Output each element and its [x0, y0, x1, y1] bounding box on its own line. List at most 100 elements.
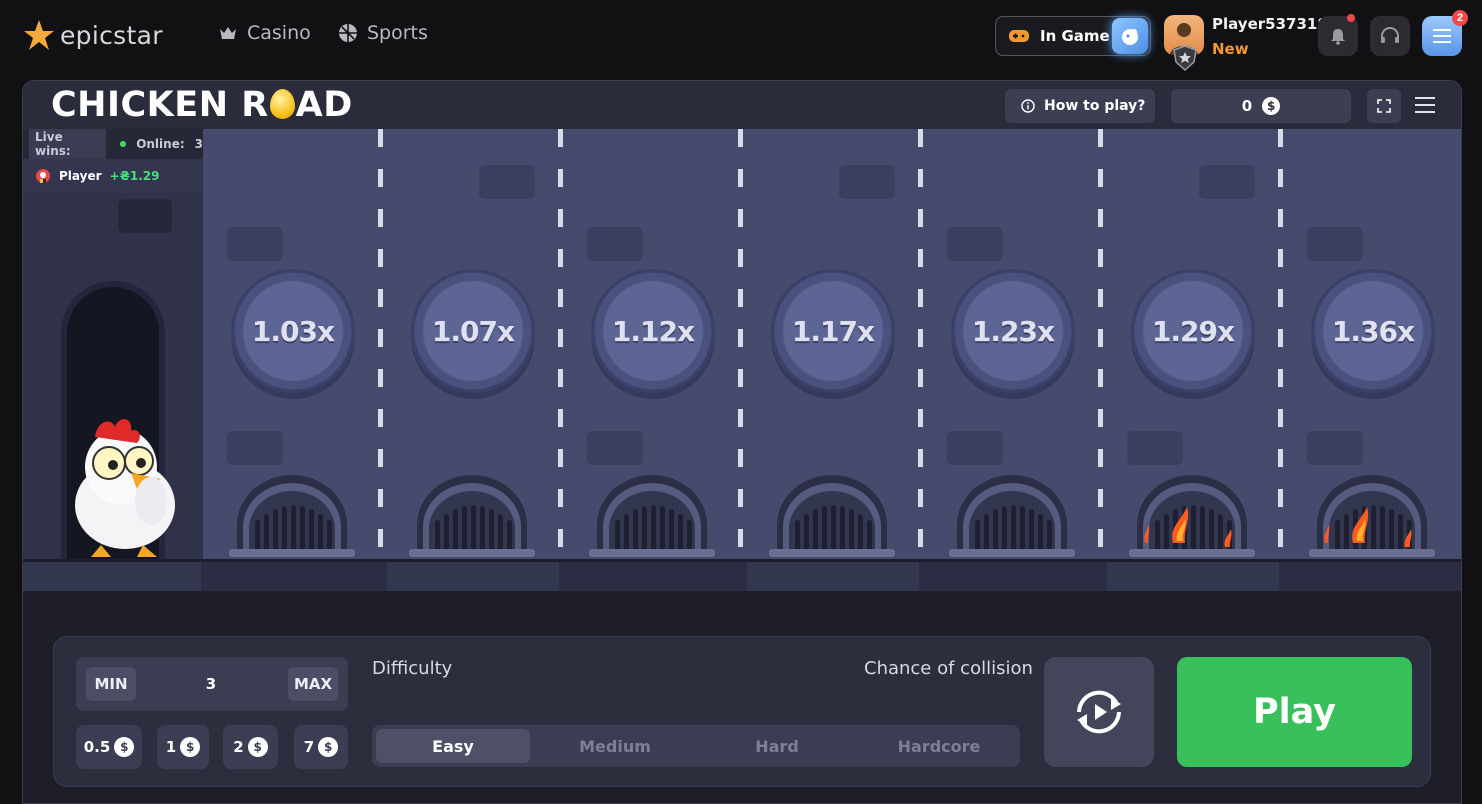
in-game-label: In Game [1040, 27, 1110, 45]
game-menu-icon[interactable] [1415, 95, 1437, 115]
dollar-coin-icon: $ [247, 737, 268, 757]
fullscreen-button[interactable] [1367, 89, 1401, 123]
online-count: 3 [194, 137, 203, 151]
live-win-amount: +₴1.29 [109, 169, 160, 183]
play-button[interactable]: Play [1177, 657, 1412, 767]
wall-brick [1307, 227, 1363, 261]
ball-icon [339, 24, 357, 42]
balance-display: 0 $ [1171, 89, 1351, 123]
sewer-grate [769, 475, 895, 557]
live-win-row: Player +₴1.29 [23, 159, 203, 193]
dollar-coin-icon: $ [114, 737, 135, 757]
fullscreen-icon [1377, 99, 1391, 113]
quick-bet-value: 2 [233, 738, 244, 756]
quick-bet-chip[interactable]: 0.5 $ [76, 725, 142, 769]
game-field: Live wins: Online: 3 Player +₴1.29 1.03x… [23, 129, 1461, 591]
quick-bet-value: 1 [165, 738, 177, 756]
quick-bet-chip[interactable]: 7 $ [294, 725, 348, 769]
multiplier-coin[interactable]: 1.23x [951, 269, 1075, 393]
how-to-play-label: How to play? [1044, 98, 1146, 114]
wall-brick [227, 431, 283, 465]
support-button[interactable] [1370, 16, 1410, 56]
wall-brick [1199, 165, 1255, 199]
max-bet-button[interactable]: MAX [288, 667, 338, 701]
logo-text: epicstar [60, 20, 163, 50]
road-strip [23, 559, 1461, 591]
lane-divider [558, 129, 563, 559]
difficulty-hard[interactable]: Hard [700, 729, 854, 763]
difficulty-label: Difficulty [372, 658, 453, 679]
player-avatar-icon [36, 169, 50, 183]
multiplier-coin[interactable]: 1.03x [231, 269, 355, 393]
sewer-grate [589, 475, 715, 557]
wall-brick [587, 431, 643, 465]
wall-brick [1127, 431, 1183, 465]
in-game-button[interactable]: In Game [995, 16, 1151, 56]
bell-icon [1331, 29, 1345, 45]
multiplier-coin[interactable]: 1.29x [1131, 269, 1255, 393]
lane-divider [1098, 129, 1103, 559]
nav-casino[interactable]: Casino [218, 22, 311, 44]
game-thumbnail-icon [1112, 18, 1148, 54]
sewer-grate [229, 475, 355, 557]
headset-icon [1381, 27, 1399, 43]
wall-brick [227, 227, 283, 261]
sewer-grate [1309, 475, 1435, 557]
game-title: CHICKEN R AD [51, 85, 353, 125]
road-segment [23, 562, 201, 591]
bet-controls-panel: MIN MAX 0.5$ 1$ 2$ 7$ Difficulty Chance … [53, 636, 1431, 787]
dollar-coin-icon: $ [180, 737, 201, 757]
difficulty-selector: Easy Medium Hard Hardcore [372, 725, 1020, 767]
online-label: Online: [136, 137, 185, 151]
wall-brick [947, 227, 1003, 261]
site-logo[interactable]: epicstar [22, 18, 163, 52]
wall-brick [839, 165, 895, 199]
golden-egg-icon [269, 89, 295, 119]
notification-dot [1347, 14, 1355, 22]
online-indicator [120, 140, 127, 147]
sewer-grate [409, 475, 535, 557]
multiplier-coin[interactable]: 1.12x [591, 269, 715, 393]
live-win-player: Player [59, 169, 102, 183]
balance-value: 0 [1241, 97, 1253, 115]
chicken-character [75, 419, 175, 557]
multiplier-coin[interactable]: 1.17x [771, 269, 895, 393]
sewer-grate [1129, 475, 1255, 557]
road-segment [747, 562, 919, 591]
wall-brick [587, 227, 643, 261]
how-to-play-button[interactable]: How to play? [1005, 89, 1155, 123]
road-segment [1107, 562, 1279, 591]
menu-badge: 2 [1452, 10, 1468, 26]
game-title-part1: CHICKEN R [51, 85, 269, 125]
user-status: New [1212, 40, 1249, 58]
game-frame: CHICKEN R AD How to play? 0 $ Live wins: … [22, 80, 1462, 804]
crown-icon [220, 27, 236, 39]
dollar-coin-icon: $ [318, 737, 339, 757]
main-menu-button[interactable]: 2 [1422, 10, 1468, 56]
difficulty-easy[interactable]: Easy [376, 729, 530, 763]
difficulty-medium[interactable]: Medium [538, 729, 692, 763]
sewer-grate [949, 475, 1075, 557]
multiplier-coin[interactable]: 1.36x [1311, 269, 1435, 393]
username[interactable]: Player537318 [1212, 15, 1328, 33]
autoplay-button[interactable] [1044, 657, 1154, 767]
road-segment [387, 562, 559, 591]
quick-bet-chip[interactable]: 1 $ [157, 725, 209, 769]
lane-divider [378, 129, 383, 559]
difficulty-hardcore[interactable]: Hardcore [862, 729, 1016, 763]
wall-brick [118, 199, 172, 233]
game-title-part2: AD [295, 85, 353, 125]
nav-sports[interactable]: Sports [338, 22, 428, 44]
info-icon [1021, 99, 1035, 113]
gamepad-icon [1009, 30, 1029, 42]
autoplay-icon [1077, 690, 1121, 734]
wall-brick [1307, 431, 1363, 465]
wall-brick [947, 431, 1003, 465]
site-header: epicstar Casino Sports In Game Player537… [0, 0, 1482, 72]
min-bet-button[interactable]: MIN [86, 667, 136, 701]
notifications-button[interactable] [1318, 14, 1358, 56]
multiplier-coin[interactable]: 1.07x [411, 269, 535, 393]
quick-bet-chip[interactable]: 2 $ [223, 725, 278, 769]
lane-divider [918, 129, 923, 559]
bet-amount-input[interactable] [136, 657, 286, 711]
